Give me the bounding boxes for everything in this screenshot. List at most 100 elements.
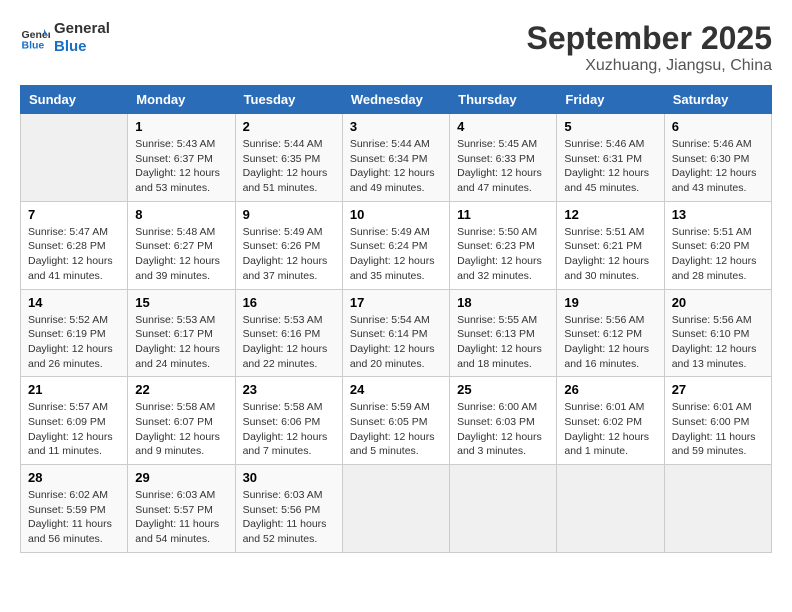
calendar-cell — [450, 465, 557, 553]
day-info: Sunrise: 5:56 AMSunset: 6:12 PMDaylight:… — [564, 313, 656, 372]
weekday-saturday: Saturday — [664, 86, 771, 114]
calendar-table: SundayMondayTuesdayWednesdayThursdayFrid… — [20, 85, 772, 553]
day-number: 3 — [350, 119, 442, 134]
calendar-cell: 21 Sunrise: 5:57 AMSunset: 6:09 PMDayligh… — [21, 377, 128, 465]
day-info: Sunrise: 6:01 AMSunset: 6:02 PMDaylight:… — [564, 400, 656, 459]
day-number: 18 — [457, 295, 549, 310]
weekday-header-row: SundayMondayTuesdayWednesdayThursdayFrid… — [21, 86, 772, 114]
day-info: Sunrise: 5:58 AMSunset: 6:06 PMDaylight:… — [243, 400, 335, 459]
day-number: 6 — [672, 119, 764, 134]
day-info: Sunrise: 5:44 AMSunset: 6:34 PMDaylight:… — [350, 137, 442, 196]
day-info: Sunrise: 5:49 AMSunset: 6:24 PMDaylight:… — [350, 225, 442, 284]
day-number: 2 — [243, 119, 335, 134]
calendar-cell — [664, 465, 771, 553]
day-number: 14 — [28, 295, 120, 310]
calendar-cell: 19 Sunrise: 5:56 AMSunset: 6:12 PMDayligh… — [557, 289, 664, 377]
logo-line1: General — [54, 20, 110, 38]
day-info: Sunrise: 5:44 AMSunset: 6:35 PMDaylight:… — [243, 137, 335, 196]
day-number: 20 — [672, 295, 764, 310]
day-info: Sunrise: 6:03 AMSunset: 5:56 PMDaylight:… — [243, 488, 335, 547]
calendar-body: 1 Sunrise: 5:43 AMSunset: 6:37 PMDaylight… — [21, 114, 772, 553]
calendar-cell: 16Sunrise: 5:53 AMSunset: 6:16 PMDayligh… — [235, 289, 342, 377]
day-info: Sunrise: 5:49 AMSunset: 6:26 PMDaylight:… — [243, 225, 335, 284]
day-info: Sunrise: 5:51 AMSunset: 6:20 PMDaylight:… — [672, 225, 764, 284]
day-number: 12 — [564, 207, 656, 222]
day-info: Sunrise: 5:52 AMSunset: 6:19 PMDaylight:… — [28, 313, 120, 372]
day-info: Sunrise: 5:55 AMSunset: 6:13 PMDaylight:… — [457, 313, 549, 372]
calendar-cell: 17 Sunrise: 5:54 AMSunset: 6:14 PMDayligh… — [342, 289, 449, 377]
calendar-cell: 3 Sunrise: 5:44 AMSunset: 6:34 PMDaylight… — [342, 114, 449, 202]
day-number: 26 — [564, 382, 656, 397]
day-info: Sunrise: 6:02 AMSunset: 5:59 PMDaylight:… — [28, 488, 120, 547]
day-number: 8 — [135, 207, 227, 222]
calendar-cell: 27Sunrise: 6:01 AMSunset: 6:00 PMDayligh… — [664, 377, 771, 465]
day-info: Sunrise: 5:48 AMSunset: 6:27 PMDaylight:… — [135, 225, 227, 284]
month-title: September 2025 — [527, 20, 772, 57]
week-row-4: 28 Sunrise: 6:02 AMSunset: 5:59 PMDayligh… — [21, 465, 772, 553]
day-info: Sunrise: 5:45 AMSunset: 6:33 PMDaylight:… — [457, 137, 549, 196]
calendar-cell: 9 Sunrise: 5:49 AMSunset: 6:26 PMDaylight… — [235, 201, 342, 289]
title-block: September 2025 Xuzhuang, Jiangsu, China — [527, 20, 772, 75]
day-info: Sunrise: 5:51 AMSunset: 6:21 PMDaylight:… — [564, 225, 656, 284]
day-number: 1 — [135, 119, 227, 134]
calendar-cell — [557, 465, 664, 553]
day-info: Sunrise: 5:46 AMSunset: 6:30 PMDaylight:… — [672, 137, 764, 196]
day-info: Sunrise: 6:01 AMSunset: 6:00 PMDaylight:… — [672, 400, 764, 459]
day-info: Sunrise: 5:59 AMSunset: 6:05 PMDaylight:… — [350, 400, 442, 459]
day-info: Sunrise: 5:56 AMSunset: 6:10 PMDaylight:… — [672, 313, 764, 372]
calendar-cell: 1 Sunrise: 5:43 AMSunset: 6:37 PMDaylight… — [128, 114, 235, 202]
calendar-cell: 28 Sunrise: 6:02 AMSunset: 5:59 PMDayligh… — [21, 465, 128, 553]
calendar-cell: 30Sunrise: 6:03 AMSunset: 5:56 PMDayligh… — [235, 465, 342, 553]
calendar-cell: 25 Sunrise: 6:00 AMSunset: 6:03 PMDayligh… — [450, 377, 557, 465]
day-info: Sunrise: 5:53 AMSunset: 6:17 PMDaylight:… — [135, 313, 227, 372]
week-row-2: 14 Sunrise: 5:52 AMSunset: 6:19 PMDayligh… — [21, 289, 772, 377]
day-info: Sunrise: 5:57 AMSunset: 6:09 PMDaylight:… — [28, 400, 120, 459]
day-number: 16 — [243, 295, 335, 310]
calendar-cell: 2 Sunrise: 5:44 AMSunset: 6:35 PMDaylight… — [235, 114, 342, 202]
day-info: Sunrise: 5:54 AMSunset: 6:14 PMDaylight:… — [350, 313, 442, 372]
day-number: 9 — [243, 207, 335, 222]
week-row-0: 1 Sunrise: 5:43 AMSunset: 6:37 PMDaylight… — [21, 114, 772, 202]
day-number: 28 — [28, 470, 120, 485]
day-number: 24 — [350, 382, 442, 397]
weekday-sunday: Sunday — [21, 86, 128, 114]
day-number: 13 — [672, 207, 764, 222]
day-info: Sunrise: 5:50 AMSunset: 6:23 PMDaylight:… — [457, 225, 549, 284]
calendar-cell: 5 Sunrise: 5:46 AMSunset: 6:31 PMDaylight… — [557, 114, 664, 202]
day-number: 25 — [457, 382, 549, 397]
calendar-cell: 24 Sunrise: 5:59 AMSunset: 6:05 PMDayligh… — [342, 377, 449, 465]
calendar-cell — [342, 465, 449, 553]
calendar-cell: 18 Sunrise: 5:55 AMSunset: 6:13 PMDayligh… — [450, 289, 557, 377]
weekday-wednesday: Wednesday — [342, 86, 449, 114]
logo: General Blue General Blue — [20, 20, 110, 56]
calendar-cell: 22Sunrise: 5:58 AMSunset: 6:07 PMDayligh… — [128, 377, 235, 465]
calendar-cell: 11 Sunrise: 5:50 AMSunset: 6:23 PMDayligh… — [450, 201, 557, 289]
day-info: Sunrise: 5:43 AMSunset: 6:37 PMDaylight:… — [135, 137, 227, 196]
day-number: 22 — [135, 382, 227, 397]
page-header: General Blue General Blue September 2025… — [20, 20, 772, 75]
day-number: 7 — [28, 207, 120, 222]
calendar-cell: 15 Sunrise: 5:53 AMSunset: 6:17 PMDayligh… — [128, 289, 235, 377]
calendar-cell: 29Sunrise: 6:03 AMSunset: 5:57 PMDayligh… — [128, 465, 235, 553]
calendar-cell: 13 Sunrise: 5:51 AMSunset: 6:20 PMDayligh… — [664, 201, 771, 289]
day-info: Sunrise: 6:03 AMSunset: 5:57 PMDaylight:… — [135, 488, 227, 547]
calendar-header: SundayMondayTuesdayWednesdayThursdayFrid… — [21, 86, 772, 114]
day-info: Sunrise: 6:00 AMSunset: 6:03 PMDaylight:… — [457, 400, 549, 459]
calendar-cell: 7Sunrise: 5:47 AMSunset: 6:28 PMDaylight… — [21, 201, 128, 289]
calendar-cell: 20 Sunrise: 5:56 AMSunset: 6:10 PMDayligh… — [664, 289, 771, 377]
calendar-cell: 12 Sunrise: 5:51 AMSunset: 6:21 PMDayligh… — [557, 201, 664, 289]
day-number: 4 — [457, 119, 549, 134]
weekday-monday: Monday — [128, 86, 235, 114]
day-number: 5 — [564, 119, 656, 134]
calendar-cell: 10Sunrise: 5:49 AMSunset: 6:24 PMDayligh… — [342, 201, 449, 289]
day-number: 21 — [28, 382, 120, 397]
day-number: 17 — [350, 295, 442, 310]
logo-line2: Blue — [54, 38, 110, 56]
calendar-cell: 8 Sunrise: 5:48 AMSunset: 6:27 PMDaylight… — [128, 201, 235, 289]
calendar-cell: 6 Sunrise: 5:46 AMSunset: 6:30 PMDaylight… — [664, 114, 771, 202]
svg-text:Blue: Blue — [22, 40, 45, 52]
day-number: 19 — [564, 295, 656, 310]
day-info: Sunrise: 5:46 AMSunset: 6:31 PMDaylight:… — [564, 137, 656, 196]
day-number: 15 — [135, 295, 227, 310]
day-number: 11 — [457, 207, 549, 222]
